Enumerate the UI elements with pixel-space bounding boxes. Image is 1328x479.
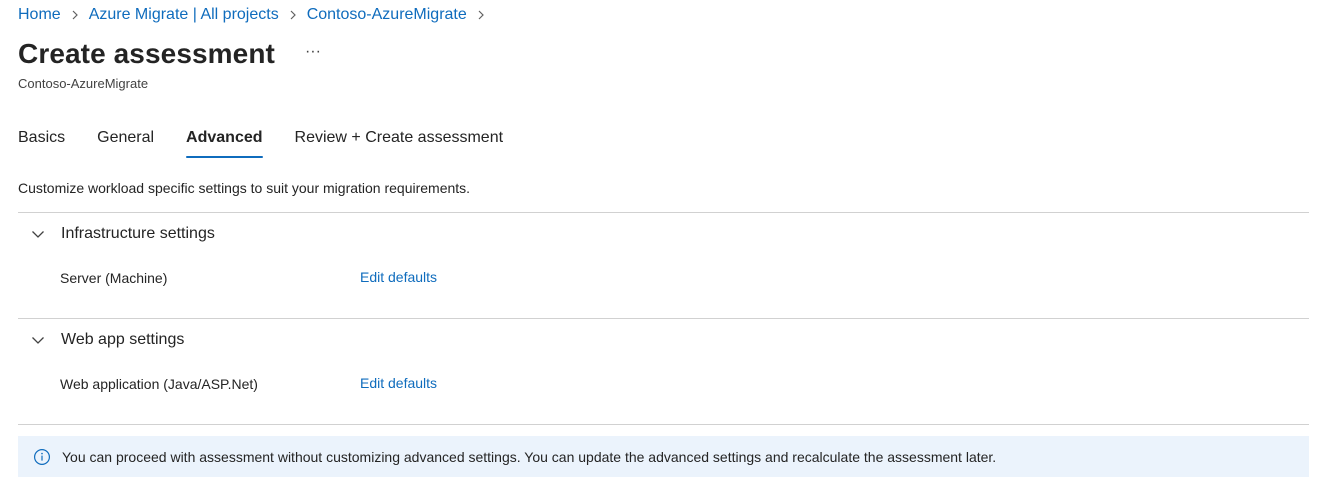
infrastructure-settings-section: Infrastructure settings Server (Machine)… bbox=[18, 212, 1309, 319]
web-app-settings-toggle[interactable]: Web app settings bbox=[30, 331, 184, 349]
web-application-label: Web application (Java/ASP.Net) bbox=[60, 376, 258, 392]
chevron-right-icon bbox=[287, 9, 299, 21]
section-title: Infrastructure settings bbox=[61, 225, 215, 242]
breadcrumb: Home Azure Migrate | All projects Contos… bbox=[18, 5, 495, 25]
infrastructure-settings-toggle[interactable]: Infrastructure settings bbox=[30, 225, 215, 243]
info-message-bar: You can proceed with assessment without … bbox=[18, 436, 1309, 477]
edit-defaults-server-link[interactable]: Edit defaults bbox=[360, 269, 437, 285]
tab-advanced[interactable]: Advanced bbox=[186, 124, 263, 158]
breadcrumb-project-link[interactable]: Contoso-AzureMigrate bbox=[307, 6, 467, 24]
divider bbox=[18, 424, 1309, 425]
edit-defaults-web-app-link[interactable]: Edit defaults bbox=[360, 375, 437, 391]
breadcrumb-all-projects-link[interactable]: Azure Migrate | All projects bbox=[89, 6, 279, 24]
info-message-text: You can proceed with assessment without … bbox=[62, 448, 997, 465]
breadcrumb-home-link[interactable]: Home bbox=[18, 6, 61, 24]
page-header: Create assessment ··· bbox=[18, 34, 321, 74]
info-icon bbox=[33, 448, 51, 466]
page-title: Create assessment bbox=[18, 38, 275, 69]
chevron-right-icon bbox=[475, 9, 487, 21]
web-app-settings-section: Web app settings Web application (Java/A… bbox=[18, 318, 1309, 425]
more-horizontal-icon[interactable]: ··· bbox=[305, 43, 321, 61]
tab-basics[interactable]: Basics bbox=[18, 124, 65, 152]
section-title: Web app settings bbox=[61, 331, 185, 348]
chevron-down-icon bbox=[30, 226, 46, 242]
page-subtitle: Contoso-AzureMigrate bbox=[18, 76, 149, 91]
chevron-right-icon bbox=[69, 9, 81, 21]
server-machine-label: Server (Machine) bbox=[60, 270, 168, 286]
page-description: Customize workload specific settings to … bbox=[18, 180, 471, 196]
tab-review-create[interactable]: Review + Create assessment bbox=[295, 124, 504, 152]
tab-general[interactable]: General bbox=[97, 124, 154, 152]
wizard-tabs: Basics General Advanced Review + Create … bbox=[18, 124, 535, 160]
chevron-down-icon bbox=[30, 332, 46, 348]
